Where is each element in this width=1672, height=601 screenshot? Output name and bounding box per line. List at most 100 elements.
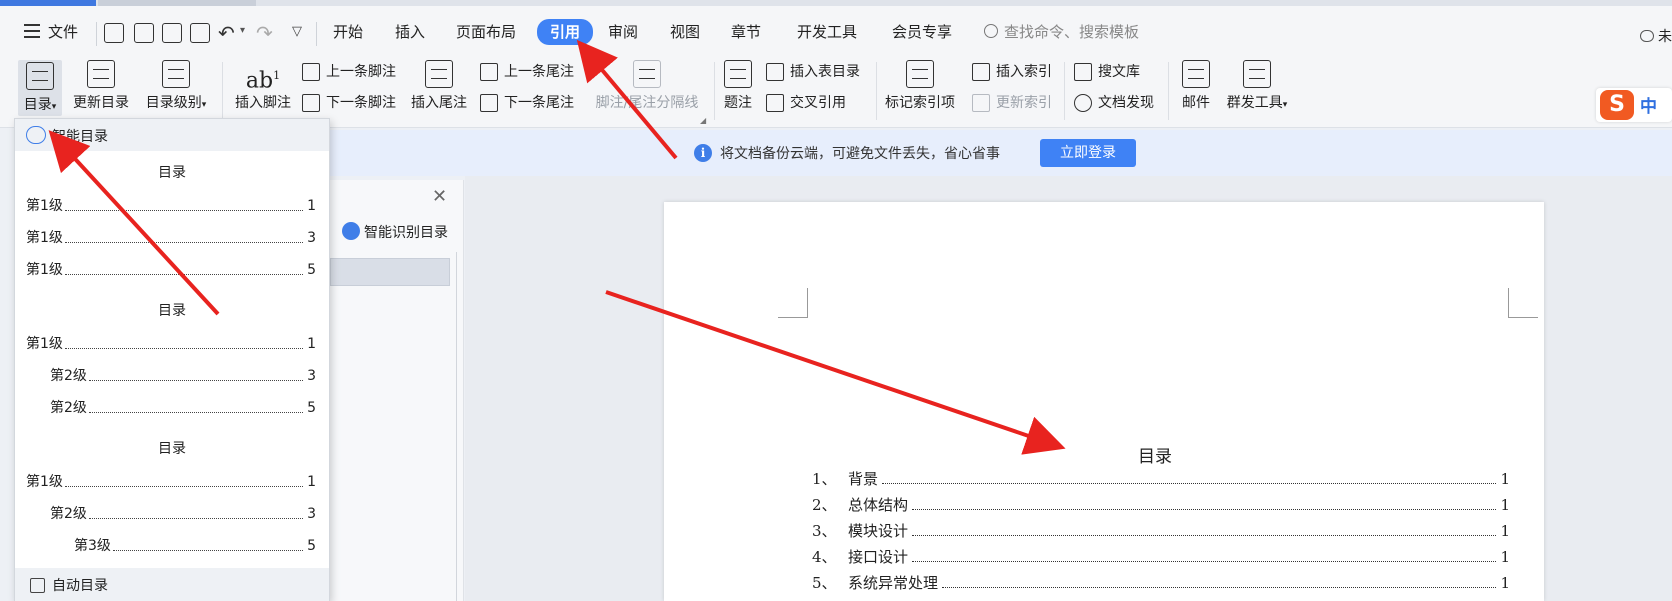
tab-developer[interactable]: 开发工具 [797, 20, 857, 44]
toc-style-title[interactable]: 目录 [15, 438, 329, 458]
command-search[interactable]: 查找命令、搜索模板 [1004, 20, 1139, 44]
hamburger-icon[interactable] [24, 24, 40, 38]
nav-selected-heading[interactable] [330, 258, 450, 286]
cross-ref-button[interactable]: 交叉引用 [766, 92, 846, 114]
mass-send-button[interactable]: 群发工具▾ [1222, 60, 1292, 112]
toc-style-row[interactable]: 第1级 1 [26, 196, 316, 216]
nav-scrollbar[interactable] [456, 252, 457, 601]
toc-style-row[interactable]: 第2级 3 [50, 504, 316, 524]
prev-endnote-button[interactable]: 上一条尾注 [480, 61, 574, 83]
next-footnote-button[interactable]: 下一条脚注 [302, 92, 396, 114]
update-index-button[interactable]: 更新索引 [972, 92, 1052, 114]
tab-home[interactable]: 开始 [333, 20, 363, 44]
leader-dots [88, 398, 304, 413]
chevron-down-icon[interactable]: ▾ [240, 25, 245, 36]
ime-language[interactable]: 中 [1640, 92, 1657, 117]
navigation-pane [330, 180, 464, 601]
prev-footnote-icon [302, 63, 320, 81]
insert-footnote-button[interactable]: ab1 插入脚注 [232, 60, 294, 112]
toc-style-row[interactable]: 第1级 1 [26, 334, 316, 354]
export-pdf-icon[interactable] [134, 23, 154, 43]
insert-index-icon [972, 63, 990, 81]
margin-marker-right [1508, 288, 1538, 318]
update-toc-label: 更新目录 [73, 95, 129, 111]
next-endnote-button[interactable]: 下一条尾注 [480, 92, 574, 114]
toc-button[interactable]: 目录▾ [18, 60, 62, 116]
tab-chapter[interactable]: 章节 [731, 20, 761, 44]
entry-number: 4、 [812, 548, 837, 566]
leader-dots [912, 520, 1496, 536]
toc-style-row[interactable]: 第2级 3 [50, 366, 316, 386]
tab-references[interactable]: 引用 [537, 19, 594, 45]
entry-text: 系统异常处理 [848, 574, 939, 592]
tab-view[interactable]: 视图 [670, 20, 700, 44]
toc-level-text: 第3级 [74, 538, 111, 554]
update-toc-button[interactable]: 更新目录 [70, 60, 132, 112]
refresh-doc-icon [87, 60, 115, 88]
toc-level-button[interactable]: 目录级别▾ [140, 60, 212, 112]
save-icon[interactable] [104, 23, 124, 43]
next-endnote-label: 下一条尾注 [504, 95, 574, 111]
mark-index-button[interactable]: 标记索引项 [882, 60, 958, 112]
caption-button[interactable]: 题注 [718, 60, 758, 112]
tab-member[interactable]: 会员专享 [892, 20, 952, 44]
entry-text: 总体结构 [848, 496, 909, 514]
toc-style-row[interactable]: 第3级 5 [74, 536, 316, 556]
search-library-label: 搜文库 [1098, 64, 1140, 80]
cloud-backup-banner [330, 130, 1672, 176]
doc-toc-entry[interactable]: 5、 系统异常处理 1 [812, 572, 1510, 594]
dialog-launcher-icon[interactable]: ◢ [700, 116, 706, 125]
footnote-separator-button[interactable]: 脚注/尾注分隔线 [588, 60, 706, 112]
prev-endnote-icon [480, 63, 498, 81]
insert-footnote-label: 插入脚注 [235, 95, 291, 111]
divider [1168, 62, 1169, 120]
toc-style-title[interactable]: 目录 [15, 300, 329, 320]
doc-toc-entry[interactable]: 3、 模块设计 1 [812, 520, 1510, 542]
toc-style-row[interactable]: 第1级 5 [26, 260, 316, 280]
insert-endnote-button[interactable]: 插入尾注 [408, 60, 470, 112]
search-icon[interactable] [984, 24, 998, 38]
search-library-button[interactable]: 搜文库 [1074, 61, 1140, 83]
doc-toc-entry[interactable]: 4、 接口设计 1 [812, 546, 1510, 568]
redo-icon[interactable]: ↷ [256, 21, 273, 45]
doc-toc-entry[interactable]: 1、 背景 1 [812, 468, 1510, 490]
tab-page-layout[interactable]: 页面布局 [456, 20, 516, 44]
toc-style-row[interactable]: 第1级 3 [26, 228, 316, 248]
undo-icon[interactable]: ↶ [218, 21, 235, 45]
insert-table-toc-button[interactable]: 插入表目录 [766, 61, 860, 83]
doc-toc-entry[interactable]: 2、 总体结构 1 [812, 494, 1510, 516]
leader-dots [912, 546, 1496, 562]
mail-button[interactable]: 邮件 [1176, 60, 1216, 112]
cloud-icon[interactable] [1640, 30, 1654, 42]
margin-marker-left [778, 288, 808, 318]
update-index-label: 更新索引 [996, 95, 1052, 111]
leader-dots [64, 472, 304, 487]
toc-style-title[interactable]: 目录 [15, 162, 329, 182]
print-icon[interactable] [162, 23, 182, 43]
file-menu[interactable]: 文件 [48, 20, 78, 44]
tab-insert[interactable]: 插入 [395, 20, 425, 44]
user-status[interactable]: 未 [1658, 26, 1672, 46]
mark-index-icon [906, 60, 934, 88]
toc-style-row[interactable]: 第1级 1 [26, 472, 316, 492]
toc-level-text: 第2级 [50, 506, 87, 522]
toc-level-label: 目录级别 [145, 95, 202, 111]
entry-number: 3、 [812, 522, 837, 540]
entry-page: 1 [1500, 496, 1510, 514]
auto-toc-label[interactable]: 自动目录 [52, 575, 108, 595]
tab-review[interactable]: 审阅 [608, 20, 638, 44]
toc-page-number: 1 [307, 198, 316, 214]
smart-toc-label[interactable]: 智能目录 [52, 126, 108, 146]
print-preview-icon[interactable] [190, 23, 210, 43]
prev-footnote-button[interactable]: 上一条脚注 [302, 61, 396, 83]
prev-footnote-label: 上一条脚注 [326, 64, 396, 80]
customize-toolbar-icon[interactable]: ▽ [292, 24, 302, 39]
close-icon[interactable]: ✕ [432, 186, 447, 207]
toc-level-icon [162, 60, 190, 88]
toc-level-text: 第1级 [26, 198, 63, 214]
doc-discover-button[interactable]: 文档发现 [1074, 92, 1154, 114]
toc-style-row[interactable]: 第2级 5 [50, 398, 316, 418]
insert-index-button[interactable]: 插入索引 [972, 61, 1052, 83]
smart-toc-recognize-button[interactable]: 智能识别目录 [364, 222, 448, 242]
login-button[interactable]: 立即登录 [1040, 139, 1136, 167]
